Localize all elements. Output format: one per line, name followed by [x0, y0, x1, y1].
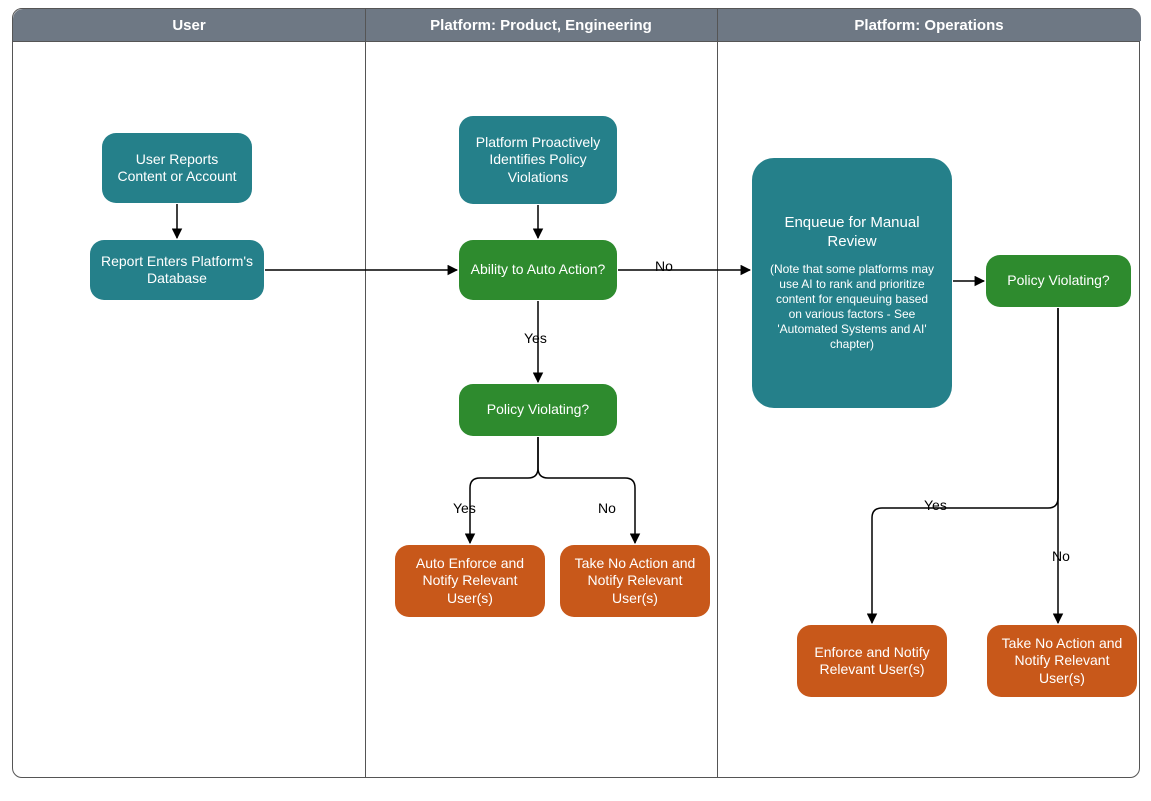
node-text: Platform Proactively Identifies Policy V… — [469, 134, 607, 187]
node-user-reports: User Reports Content or Account — [102, 133, 252, 203]
node-text-main: Enqueue for Manual Review — [768, 214, 936, 252]
node-auto-action-question: Ability to Auto Action? — [459, 240, 617, 300]
node-text-note: (Note that some platforms may use AI to … — [768, 262, 936, 352]
lane-header-user: User — [13, 9, 365, 41]
node-text: Policy Violating? — [487, 401, 589, 419]
lane-divider-2 — [717, 9, 718, 777]
node-text: Take No Action and Notify Relevant User(… — [570, 555, 700, 608]
node-policy-violating-ops: Policy Violating? — [986, 255, 1131, 307]
node-auto-enforce: Auto Enforce and Notify Relevant User(s) — [395, 545, 545, 617]
node-policy-violating-eng: Policy Violating? — [459, 384, 617, 436]
edge-label-yes: Yes — [924, 497, 947, 513]
lane-header-eng: Platform: Product, Engineering — [365, 9, 717, 41]
edge-label-yes: Yes — [453, 500, 476, 516]
header-divider — [13, 41, 1139, 42]
node-text: Policy Violating? — [1007, 272, 1109, 290]
lane-divider-1 — [365, 9, 366, 777]
edge-label-no: No — [598, 500, 616, 516]
lane-header-label: User — [172, 17, 205, 34]
node-enforce-ops: Enforce and Notify Relevant User(s) — [797, 625, 947, 697]
edge-label-yes: Yes — [524, 330, 547, 346]
node-platform-proactive: Platform Proactively Identifies Policy V… — [459, 116, 617, 204]
node-text: Enforce and Notify Relevant User(s) — [807, 644, 937, 679]
node-text: Take No Action and Notify Relevant User(… — [997, 635, 1127, 688]
lane-header-label: Platform: Product, Engineering — [430, 17, 652, 34]
node-take-no-action-ops: Take No Action and Notify Relevant User(… — [987, 625, 1137, 697]
node-text: Ability to Auto Action? — [471, 261, 606, 279]
node-text: Auto Enforce and Notify Relevant User(s) — [405, 555, 535, 608]
node-report-enters: Report Enters Platform's Database — [90, 240, 264, 300]
edge-label-no: No — [1052, 548, 1070, 564]
diagram-container: User Platform: Product, Engineering Plat… — [0, 0, 1151, 801]
node-text: Report Enters Platform's Database — [100, 253, 254, 288]
node-enqueue-manual-review: Enqueue for Manual Review (Note that som… — [752, 158, 952, 408]
node-take-no-action-eng: Take No Action and Notify Relevant User(… — [560, 545, 710, 617]
edge-label-no: No — [655, 258, 673, 274]
node-text: User Reports Content or Account — [112, 151, 242, 186]
lane-header-ops: Platform: Operations — [717, 9, 1141, 41]
lane-header-label: Platform: Operations — [854, 17, 1003, 34]
